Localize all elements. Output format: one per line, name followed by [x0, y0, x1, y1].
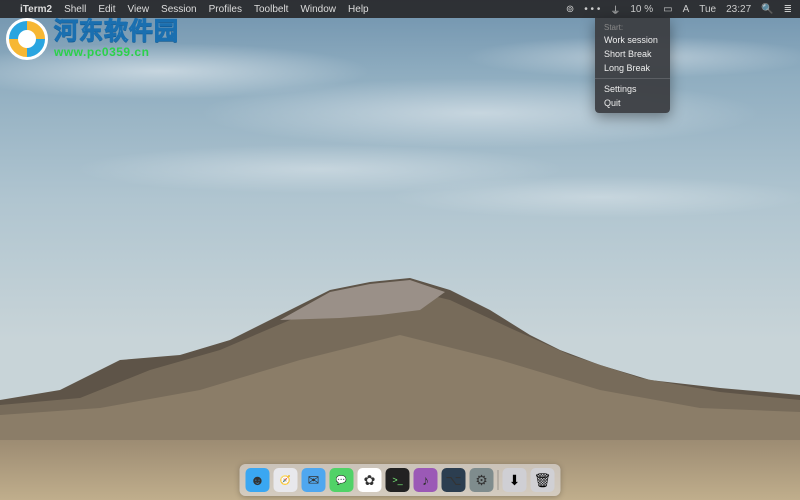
dock-terminal[interactable]: >_: [386, 468, 410, 492]
dropdown-header: Start:: [595, 21, 670, 33]
dock-safari[interactable]: 🧭: [274, 468, 298, 492]
battery-icon[interactable]: ▭: [663, 4, 672, 15]
menu-session[interactable]: Session: [161, 4, 197, 15]
wallpaper-mountains: [0, 260, 800, 440]
clock-time[interactable]: 23:27: [726, 4, 751, 15]
watermark-url: www.pc0359.cn: [54, 46, 179, 58]
spotlight-icon[interactable]: 🔍: [761, 4, 773, 15]
battery-percent: 10 %: [630, 4, 653, 15]
menu-view[interactable]: View: [128, 4, 150, 15]
menu-shell[interactable]: Shell: [64, 4, 86, 15]
dock-photos[interactable]: ✿: [358, 468, 382, 492]
dropdown-short-break[interactable]: Short Break: [595, 47, 670, 61]
dock-messages[interactable]: 💬: [330, 468, 354, 492]
accessibility-icon[interactable]: ⊚: [566, 4, 574, 15]
menu-profiles[interactable]: Profiles: [209, 4, 242, 15]
desktop-wallpaper: [0, 0, 800, 500]
dock-settings[interactable]: ⚙: [470, 468, 494, 492]
dock-separator: [498, 470, 499, 490]
dropdown-work-session[interactable]: Work session: [595, 33, 670, 47]
watermark-title: 河东软件园: [54, 20, 179, 44]
menu-help[interactable]: Help: [348, 4, 369, 15]
tray-app-icon[interactable]: • • •: [584, 4, 600, 15]
dock-app1[interactable]: ♪: [414, 468, 438, 492]
menu-edit[interactable]: Edit: [98, 4, 115, 15]
menu-toolbelt[interactable]: Toolbelt: [254, 4, 288, 15]
watermark-text: 河东软件园 www.pc0359.cn: [54, 20, 179, 58]
input-source-icon[interactable]: A: [683, 4, 690, 15]
dock-finder[interactable]: ☻: [246, 468, 270, 492]
watermark: 河东软件园 www.pc0359.cn: [6, 18, 179, 60]
dock-trash[interactable]: 🗑: [531, 468, 555, 492]
notification-center-icon[interactable]: ≣: [784, 4, 792, 15]
watermark-logo-icon: [6, 18, 48, 60]
menubar-app-name[interactable]: iTerm2: [20, 4, 52, 15]
dock: ☻🧭✉💬✿>_♪⌥⚙ ⬇🗑: [240, 464, 561, 496]
menubar-right: ⊚ • • • ⏚ 10 % ▭ A Tue 23:27 🔍 ≣: [566, 2, 792, 17]
wifi-icon[interactable]: ⏚: [610, 2, 620, 17]
tray-dropdown-menu: Start: Work session Short Break Long Bre…: [595, 18, 670, 113]
dropdown-quit[interactable]: Quit: [595, 96, 670, 110]
dropdown-settings[interactable]: Settings: [595, 82, 670, 96]
dock-mail[interactable]: ✉: [302, 468, 326, 492]
dock-app2[interactable]: ⌥: [442, 468, 466, 492]
dock-downloads[interactable]: ⬇: [503, 468, 527, 492]
menu-window[interactable]: Window: [300, 4, 336, 15]
menubar-left: iTerm2 Shell Edit View Session Profiles …: [8, 4, 369, 15]
dropdown-separator: [595, 78, 670, 79]
clock-day[interactable]: Tue: [699, 4, 716, 15]
menubar: iTerm2 Shell Edit View Session Profiles …: [0, 0, 800, 18]
dropdown-long-break[interactable]: Long Break: [595, 61, 670, 75]
